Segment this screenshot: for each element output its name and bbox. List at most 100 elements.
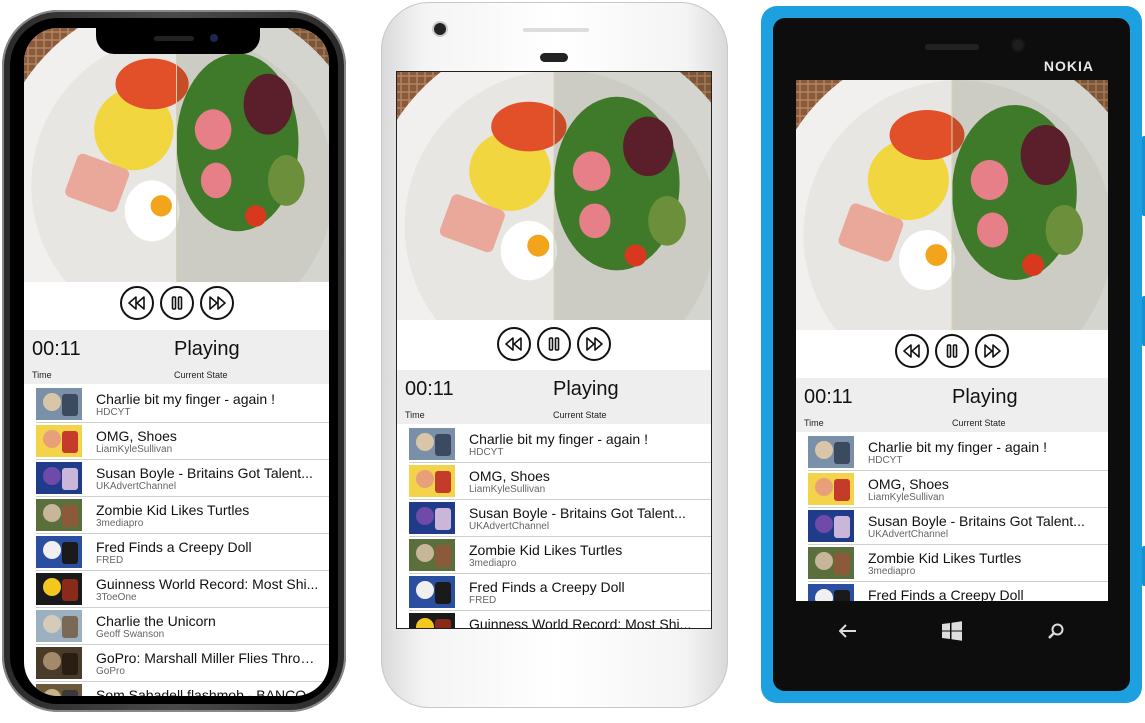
video-channel: FRED	[469, 595, 497, 606]
windows-logo-icon[interactable]	[932, 611, 972, 651]
video-frame[interactable]	[24, 28, 329, 282]
list-item[interactable]: GoPro: Marshall Miller Flies Throu... Go…	[36, 645, 329, 682]
video-title: Susan Boyle - Britains Got Talent...	[469, 505, 686, 521]
video-list: Charlie bit my finger - again ! HDCYT OM…	[397, 426, 711, 628]
rewind-button[interactable]	[497, 327, 531, 361]
video-channel: LiamKyleSullivan	[469, 484, 546, 495]
list-item[interactable]: OMG, Shoes LiamKyleSullivan	[409, 463, 711, 500]
fast-forward-button[interactable]	[975, 334, 1009, 368]
list-item[interactable]: Susan Boyle - Britains Got Talent... UKA…	[36, 460, 329, 497]
video-channel: LiamKyleSullivan	[868, 492, 945, 503]
list-item[interactable]: Guinness World Record: Most Shi... 3ToeO…	[36, 571, 329, 608]
video-channel: FRED	[96, 555, 124, 566]
rewind-button[interactable]	[895, 334, 929, 368]
lumia-frame: NOKIA 00:11 Time Playing Current State C…	[761, 6, 1145, 703]
list-item[interactable]: Susan Boyle - Britains Got Talent... UKA…	[808, 508, 1108, 545]
playback-controls	[24, 286, 329, 320]
list-item[interactable]: Zombie Kid Likes Turtles 3mediapro	[808, 545, 1108, 582]
time-label: Time	[32, 370, 52, 380]
rewind-button[interactable]	[119, 286, 154, 320]
video-channel: UKAdvertChannel	[868, 529, 949, 540]
video-channel: HDCYT	[469, 447, 504, 458]
list-item[interactable]: Som Sabadell flashmob - BANCO... Banco S…	[36, 682, 329, 696]
time-label: Time	[804, 418, 824, 428]
pause-button[interactable]	[935, 334, 969, 368]
video-channel: 3ToeOne	[96, 592, 137, 603]
video-channel: Geoff Swanson	[96, 629, 165, 640]
video-title: Som Sabadell flashmob - BANCO...	[96, 687, 318, 696]
fast-forward-icon	[983, 344, 1001, 358]
search-icon[interactable]	[1036, 611, 1076, 651]
video-thumbnail	[36, 610, 82, 642]
video-channel: 3mediapro	[469, 558, 517, 569]
video-thumbnail	[36, 388, 82, 420]
pause-button[interactable]	[537, 327, 571, 361]
time-label: Time	[405, 410, 425, 420]
video-title: Susan Boyle - Britains Got Talent...	[96, 465, 313, 481]
video-thumbnail	[36, 425, 82, 457]
pause-icon	[547, 337, 561, 351]
video-channel: 3mediapro	[96, 518, 144, 529]
speaker-slot	[540, 53, 568, 62]
video-thumbnail	[808, 510, 854, 542]
video-thumbnail	[36, 647, 82, 679]
list-item[interactable]: Fred Finds a Creepy Doll FRED	[36, 534, 329, 571]
video-view[interactable]	[24, 28, 329, 282]
video-thumbnail	[808, 547, 854, 579]
list-item[interactable]: Charlie bit my finger - again ! HDCYT	[36, 386, 329, 423]
video-title: OMG, Shoes	[868, 476, 949, 492]
video-channel: GoPro	[96, 666, 125, 677]
fast-forward-icon	[208, 296, 226, 310]
video-title: Guinness World Record: Most Shi...	[469, 616, 692, 628]
back-arrow-icon[interactable]	[828, 611, 868, 651]
video-thumbnail	[808, 473, 854, 505]
video-player-app: 00:11 Time Playing Current State Charlie…	[796, 80, 1108, 601]
video-channel: HDCYT	[96, 407, 131, 418]
lumia-front: NOKIA 00:11 Time Playing Current State C…	[773, 18, 1130, 691]
list-item[interactable]: Susan Boyle - Britains Got Talent... UKA…	[409, 500, 711, 537]
list-item[interactable]: Fred Finds a Creepy Doll FRED	[409, 574, 711, 611]
list-item[interactable]: Charlie bit my finger - again ! HDCYT	[409, 426, 711, 463]
state-value: Playing	[174, 338, 240, 360]
list-item[interactable]: Zombie Kid Likes Turtles 3mediapro	[36, 497, 329, 534]
list-item[interactable]: OMG, Shoes LiamKyleSullivan	[36, 423, 329, 460]
video-view[interactable]	[796, 80, 1108, 330]
video-thumbnail	[409, 576, 455, 608]
video-player-app: 00:11 Time Playing Current State Charlie…	[24, 28, 329, 696]
playback-controls	[397, 327, 711, 361]
state-label: Current State	[553, 410, 607, 420]
video-thumbnail	[36, 684, 82, 696]
video-title: Susan Boyle - Britains Got Talent...	[868, 513, 1085, 529]
pause-button[interactable]	[159, 286, 194, 320]
list-item[interactable]: Fred Finds a Creepy Doll FRED	[808, 582, 1108, 601]
pause-icon	[945, 344, 959, 358]
video-frame[interactable]	[796, 80, 1108, 330]
front-camera	[1013, 40, 1023, 50]
video-player-app: 00:11 Time Playing Current State Charlie…	[397, 72, 711, 628]
list-item[interactable]: Charlie the Unicorn Geoff Swanson	[36, 608, 329, 645]
video-frame[interactable]	[397, 72, 711, 320]
front-camera	[434, 23, 446, 35]
pixel-frame: 00:11 Time Playing Current State Charlie…	[381, 2, 728, 708]
list-item[interactable]: Guinness World Record: Most Shi... 3ToeO…	[409, 611, 711, 628]
iphone-frame: 00:11 Time Playing Current State Charlie…	[2, 10, 346, 712]
video-thumbnail	[409, 613, 455, 628]
video-list: Charlie bit my finger - again ! HDCYT OM…	[796, 434, 1108, 601]
iphone-screen: 00:11 Time Playing Current State Charlie…	[24, 28, 329, 696]
list-item[interactable]: Zombie Kid Likes Turtles 3mediapro	[409, 537, 711, 574]
fast-forward-button[interactable]	[199, 286, 234, 320]
video-title: Zombie Kid Likes Turtles	[96, 502, 250, 518]
rewind-icon	[505, 337, 523, 351]
list-item[interactable]: OMG, Shoes LiamKyleSullivan	[808, 471, 1108, 508]
video-channel: 3mediapro	[868, 566, 916, 577]
fast-forward-button[interactable]	[577, 327, 611, 361]
list-item[interactable]: Charlie bit my finger - again ! HDCYT	[808, 434, 1108, 471]
video-thumbnail	[36, 462, 82, 494]
video-view[interactable]	[397, 72, 711, 320]
video-title: OMG, Shoes	[96, 428, 177, 444]
state-label: Current State	[174, 370, 228, 380]
time-value: 00:11	[32, 338, 81, 360]
video-thumbnail	[409, 428, 455, 460]
video-title: Zombie Kid Likes Turtles	[868, 550, 1022, 566]
fast-forward-icon	[585, 337, 603, 351]
